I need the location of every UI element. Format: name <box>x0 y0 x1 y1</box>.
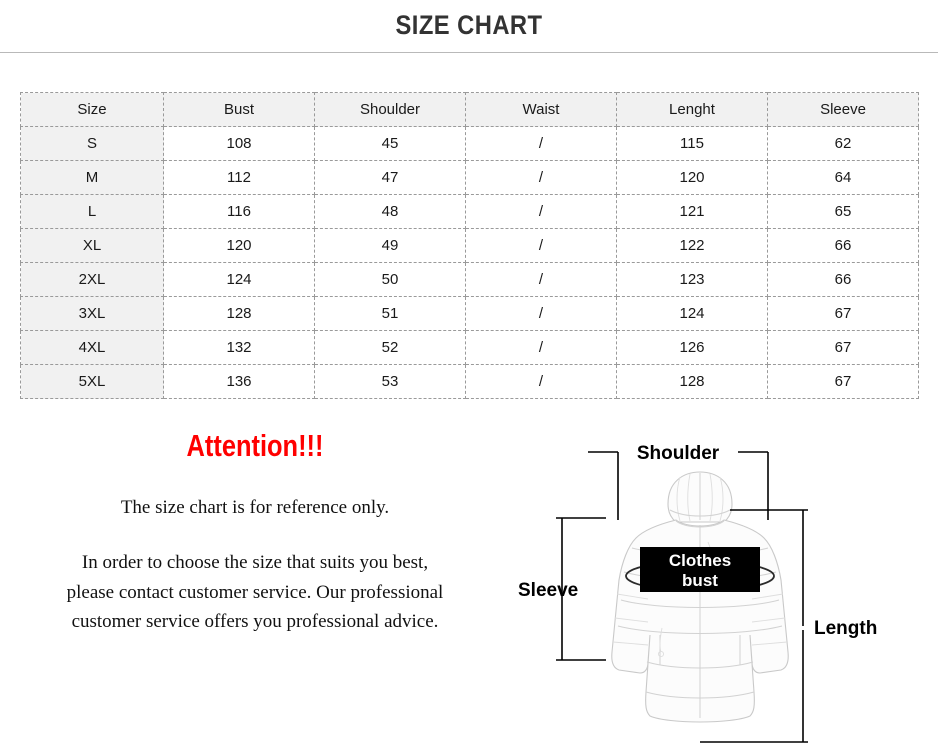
cell-sleeve: 67 <box>767 296 919 331</box>
cell-lenght: 124 <box>616 296 768 331</box>
cell-sleeve: 67 <box>767 364 919 399</box>
table-body: S 108 45 / 115 62 M 112 47 / 120 64 L 11… <box>20 126 919 399</box>
cell-lenght: 123 <box>616 262 768 297</box>
cell-shoulder: 48 <box>314 194 466 229</box>
cell-shoulder: 52 <box>314 330 466 365</box>
cell-bust: 132 <box>163 330 315 365</box>
cell-sleeve: 62 <box>767 126 919 161</box>
cell-size: 4XL <box>20 330 164 365</box>
cell-waist: / <box>465 126 617 161</box>
table-row: M 112 47 / 120 64 <box>20 160 919 195</box>
clothes-bust-measure: Clothes bust <box>625 547 775 592</box>
cell-bust: 108 <box>163 126 315 161</box>
cell-size: XL <box>20 228 164 263</box>
column-header-shoulder: Shoulder <box>314 92 466 127</box>
shoulder-label: Shoulder <box>637 443 720 464</box>
cell-waist: / <box>465 160 617 195</box>
table-row: 2XL 124 50 / 123 66 <box>20 262 919 297</box>
column-header-sleeve: Sleeve <box>767 92 919 127</box>
cell-sleeve: 67 <box>767 330 919 365</box>
table-row: 3XL 128 51 / 124 67 <box>20 296 919 331</box>
cell-size: 5XL <box>20 364 164 399</box>
note-primary: The size chart is for reference only. <box>120 497 390 518</box>
jacket-measurement-diagram: Shoulder Sleeve Length Clothes bust <box>500 430 938 751</box>
sleeve-measure: Sleeve <box>518 517 606 661</box>
sleeve-label: Sleeve <box>518 580 578 601</box>
cell-sleeve: 66 <box>767 262 919 297</box>
cell-shoulder: 53 <box>314 364 466 399</box>
cell-waist: / <box>465 330 617 365</box>
cell-size: L <box>20 194 164 229</box>
cell-waist: / <box>465 228 617 263</box>
cell-shoulder: 47 <box>314 160 466 195</box>
cell-bust: 112 <box>163 160 315 195</box>
cell-lenght: 115 <box>616 126 768 161</box>
column-header-lenght: Lenght <box>616 92 768 127</box>
cell-bust: 116 <box>163 194 315 229</box>
cell-bust: 124 <box>163 262 315 297</box>
cell-waist: / <box>465 364 617 399</box>
cell-shoulder: 50 <box>314 262 466 297</box>
column-header-waist: Waist <box>465 92 617 127</box>
note-secondary-line: customer service offers you professional… <box>71 611 439 633</box>
length-label: Length <box>814 618 877 639</box>
table-row: L 116 48 / 121 65 <box>20 194 919 229</box>
size-chart-table: Size Bust Shoulder Waist Lenght Sleeve S… <box>20 92 919 399</box>
note-secondary-line: In order to choose the size that suits y… <box>81 552 429 574</box>
cell-sleeve: 64 <box>767 160 919 195</box>
attention-block: Attention!!! The size chart is for refer… <box>20 430 490 637</box>
cell-shoulder: 51 <box>314 296 466 331</box>
attention-heading: Attention!!! <box>186 428 324 463</box>
cell-lenght: 126 <box>616 330 768 365</box>
cell-size: 2XL <box>20 262 164 297</box>
clothes-bust-line1: Clothes <box>669 551 731 570</box>
column-header-bust: Bust <box>163 92 315 127</box>
cell-bust: 136 <box>163 364 315 399</box>
cell-shoulder: 49 <box>314 228 466 263</box>
cell-bust: 128 <box>163 296 315 331</box>
cell-lenght: 120 <box>616 160 768 195</box>
cell-lenght: 122 <box>616 228 768 263</box>
note-secondary: In order to choose the size that suits y… <box>20 548 490 636</box>
table-row: 5XL 136 53 / 128 67 <box>20 364 919 399</box>
cell-waist: / <box>465 194 617 229</box>
page-title: SIZE CHART <box>395 10 543 40</box>
title-bar: SIZE CHART <box>0 0 938 53</box>
clothes-bust-line2: bust <box>682 571 718 590</box>
table-row: XL 120 49 / 122 66 <box>20 228 919 263</box>
cell-size: 3XL <box>20 296 164 331</box>
table-row: 4XL 132 52 / 126 67 <box>20 330 919 365</box>
column-header-size: Size <box>20 92 164 127</box>
table-header-row: Size Bust Shoulder Waist Lenght Sleeve <box>20 92 919 127</box>
cell-waist: / <box>465 296 617 331</box>
cell-bust: 120 <box>163 228 315 263</box>
table-row: S 108 45 / 115 62 <box>20 126 919 161</box>
cell-lenght: 128 <box>616 364 768 399</box>
cell-size: M <box>20 160 164 195</box>
cell-waist: / <box>465 262 617 297</box>
note-secondary-line: please contact customer service. Our pro… <box>66 581 444 603</box>
cell-shoulder: 45 <box>314 126 466 161</box>
cell-sleeve: 65 <box>767 194 919 229</box>
cell-sleeve: 66 <box>767 228 919 263</box>
cell-size: S <box>20 126 164 161</box>
cell-lenght: 121 <box>616 194 768 229</box>
